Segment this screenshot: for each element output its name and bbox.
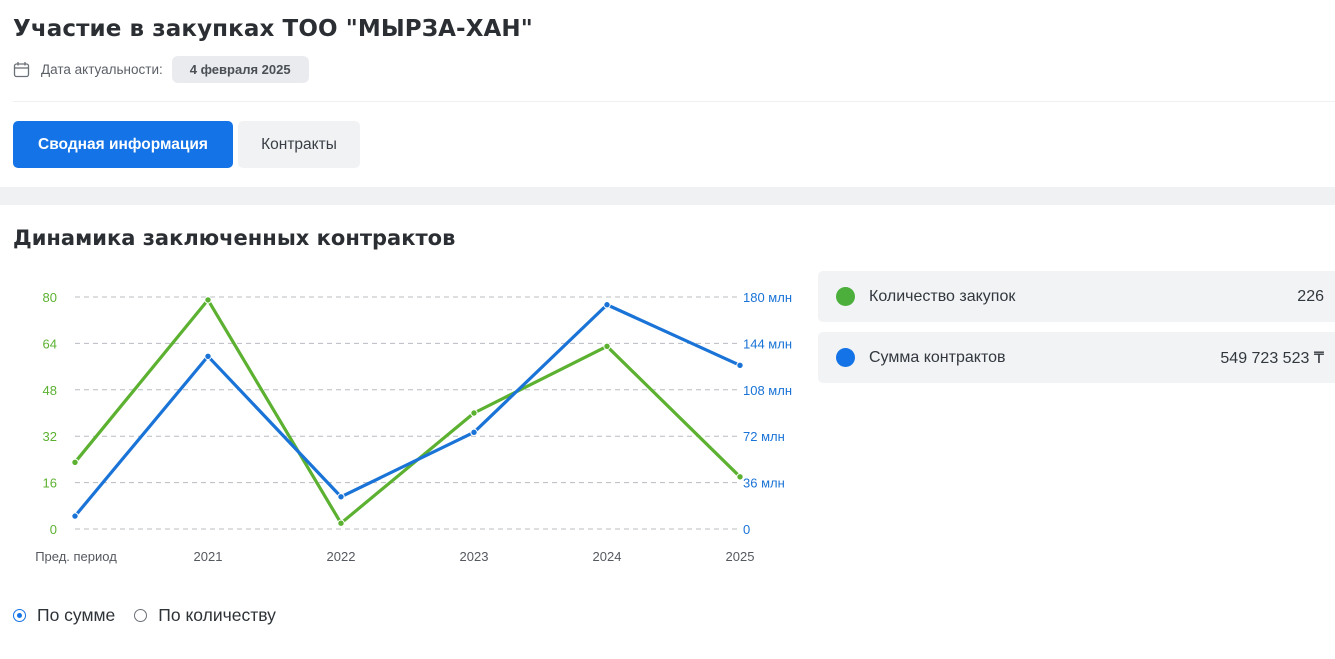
left-axis-tick-label: 0 <box>50 522 57 537</box>
sum-data-point <box>603 301 611 309</box>
calendar-icon <box>13 62 30 78</box>
count-legend-value: 226 <box>1297 287 1324 305</box>
count-data-point <box>337 519 345 527</box>
count-legend-label: Количество закупок <box>869 287 1016 305</box>
radio-by-sum-circle[interactable] <box>13 609 26 622</box>
sum-data-point <box>337 493 345 501</box>
section-separator <box>0 187 1335 205</box>
date-label: Дата актуальности: <box>41 62 163 77</box>
x-axis-tick-label: 2025 <box>726 549 755 564</box>
count-legend-dot <box>836 287 855 306</box>
header-divider <box>13 101 1335 102</box>
count-data-point <box>603 342 611 351</box>
count-data-point <box>71 458 79 467</box>
x-axis-tick-label: Пред. период <box>35 549 117 564</box>
radio-by-count[interactable]: По количеству <box>134 605 276 626</box>
count-data-point <box>736 473 744 481</box>
page-title: Участие в закупках ТОО "МЫРЗА-ХАН" <box>13 16 533 42</box>
tab-summary[interactable]: Сводная информация <box>13 121 233 168</box>
sum-data-point <box>736 361 744 370</box>
tab-contracts[interactable]: Контракты <box>238 121 360 168</box>
x-axis-tick-label: 2022 <box>327 549 356 564</box>
count-series-line <box>73 298 742 525</box>
left-axis-tick-label: 48 <box>43 383 57 398</box>
date-row: Дата актуальности: 4 февраля 2025 <box>13 56 309 83</box>
right-axis-tick-label: 72 млн <box>743 429 785 444</box>
legend-count-card: Количество закупок 226 <box>818 271 1335 322</box>
x-axis-tick-label: 2024 <box>593 549 622 564</box>
contracts-line-chart: 0 0 16 36 млн 32 72 млн 48 108 млн 64 144 млн 80 18… <box>35 290 792 564</box>
date-badge: 4 февраля 2025 <box>171 56 309 83</box>
left-axis-tick-label: 16 <box>43 476 57 491</box>
legend-sum-card: Сумма контрактов 549 723 523 ₸ <box>818 332 1335 383</box>
radio-by-sum-label[interactable]: По сумме <box>37 605 115 626</box>
section-title: Динамика заключенных контрактов <box>13 226 456 250</box>
left-axis-tick-label: 80 <box>43 290 57 305</box>
radio-by-count-circle[interactable] <box>134 609 148 622</box>
count-data-point <box>470 409 478 417</box>
radio-by-sum[interactable]: По сумме <box>13 605 115 626</box>
sum-legend-label: Сумма контрактов <box>869 348 1006 366</box>
sum-data-point <box>470 428 478 437</box>
sum-data-point <box>204 352 212 360</box>
right-axis-tick-label: 180 млн <box>743 290 792 305</box>
x-axis-tick-label: 2023 <box>460 549 489 564</box>
radio-by-count-label[interactable]: По количеству <box>158 605 276 626</box>
count-data-point <box>204 296 212 304</box>
chart-mode-radios: По сумме По количеству <box>13 605 276 626</box>
sum-legend-value: 549 723 523 ₸ <box>1220 349 1324 367</box>
right-axis-tick-label: 108 млн <box>743 383 792 398</box>
right-axis-tick-label: 36 млн <box>743 476 785 491</box>
right-axis-tick-label: 144 млн <box>743 336 792 351</box>
left-axis-tick-label: 32 <box>43 429 57 444</box>
right-axis-tick-label: 0 <box>743 522 750 537</box>
sum-series-line <box>73 303 741 518</box>
sum-legend-dot <box>836 348 855 367</box>
sum-data-point <box>71 512 79 520</box>
x-axis-tick-label: 2021 <box>194 549 223 564</box>
left-axis-tick-label: 64 <box>43 336 57 351</box>
